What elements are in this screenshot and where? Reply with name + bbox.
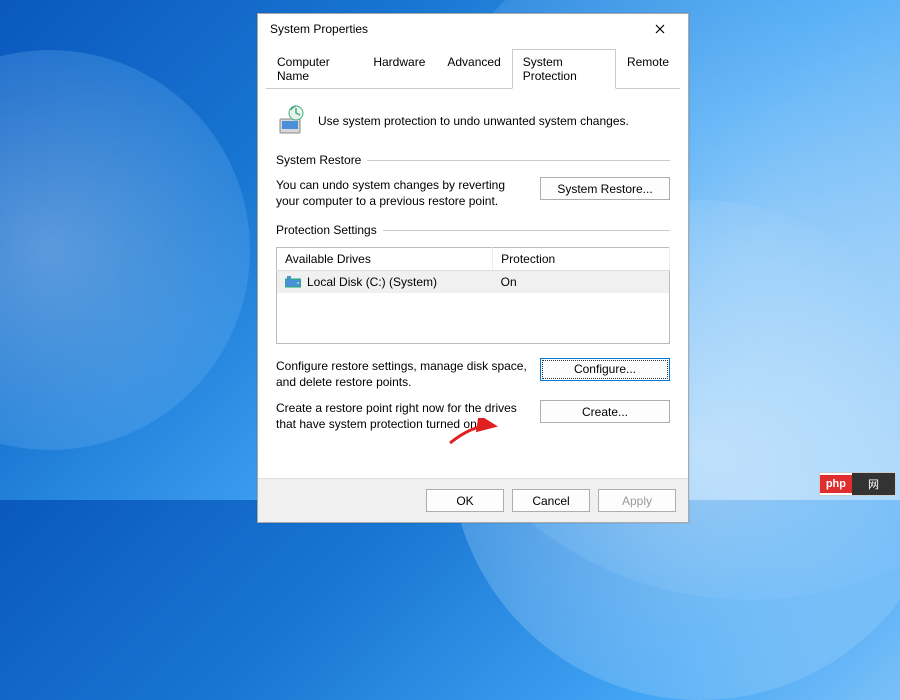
column-header-drives[interactable]: Available Drives xyxy=(277,248,493,271)
protection-settings-section: Protection Settings Available Drives Pro… xyxy=(276,223,670,432)
system-protection-icon xyxy=(276,105,308,137)
system-properties-dialog: System Properties Computer Name Hardware… xyxy=(257,13,689,523)
system-restore-button[interactable]: System Restore... xyxy=(540,177,670,200)
window-title: System Properties xyxy=(270,22,368,36)
tab-remote[interactable]: Remote xyxy=(616,49,680,89)
drive-protection-status: On xyxy=(493,271,670,294)
apply-button: Apply xyxy=(598,489,676,512)
create-description: Create a restore point right now for the… xyxy=(276,400,528,432)
tab-computer-name[interactable]: Computer Name xyxy=(266,49,362,89)
titlebar: System Properties xyxy=(258,14,688,44)
protection-settings-legend: Protection Settings xyxy=(276,223,377,237)
tab-strip: Computer Name Hardware Advanced System P… xyxy=(266,48,680,89)
tab-system-protection[interactable]: System Protection xyxy=(512,49,616,89)
drive-name: Local Disk (C:) (System) xyxy=(307,275,437,289)
configure-description: Configure restore settings, manage disk … xyxy=(276,358,528,390)
intro-text: Use system protection to undo unwanted s… xyxy=(318,114,629,128)
system-restore-description: You can undo system changes by reverting… xyxy=(276,177,528,209)
create-button[interactable]: Create... xyxy=(540,400,670,423)
dialog-footer: OK Cancel Apply xyxy=(258,478,688,522)
close-button[interactable] xyxy=(640,15,680,43)
watermark-left: php xyxy=(820,475,852,493)
watermark-right: 网 xyxy=(852,473,895,495)
divider xyxy=(367,160,670,161)
ok-button[interactable]: OK xyxy=(426,489,504,512)
column-header-protection[interactable]: Protection xyxy=(493,248,670,271)
cancel-button[interactable]: Cancel xyxy=(512,489,590,512)
intro-row: Use system protection to undo unwanted s… xyxy=(276,105,670,137)
drives-table[interactable]: Available Drives Protection xyxy=(276,247,670,344)
configure-button[interactable]: Configure... xyxy=(540,358,670,381)
watermark: php 网 xyxy=(819,472,896,496)
tab-hardware[interactable]: Hardware xyxy=(362,49,436,89)
close-icon xyxy=(655,24,665,34)
system-restore-legend: System Restore xyxy=(276,153,361,167)
drive-icon xyxy=(285,276,301,288)
system-restore-section: System Restore You can undo system chang… xyxy=(276,153,670,209)
tab-advanced[interactable]: Advanced xyxy=(436,49,511,89)
tab-content: Use system protection to undo unwanted s… xyxy=(258,89,688,455)
divider xyxy=(383,230,670,231)
table-row[interactable]: Local Disk (C:) (System) On xyxy=(277,271,670,294)
